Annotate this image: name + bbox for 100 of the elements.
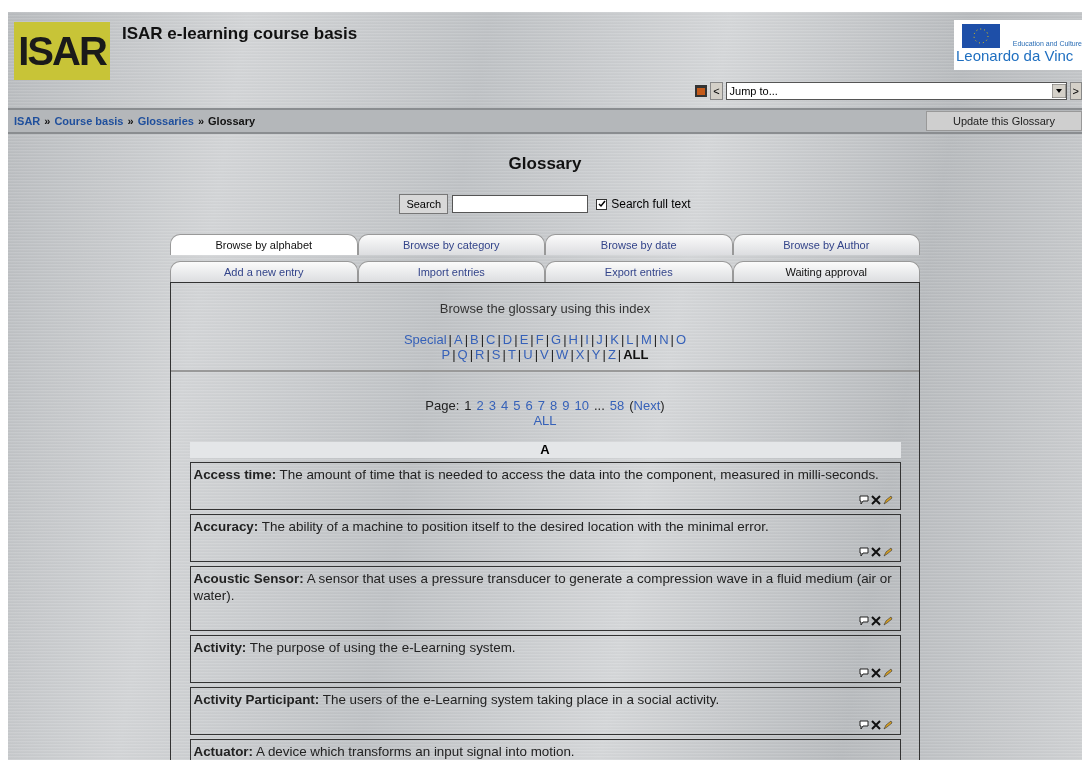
separator: |	[502, 347, 506, 362]
letter-link[interactable]: N	[659, 332, 669, 347]
separator: |	[579, 332, 584, 347]
page-link[interactable]: 7	[537, 398, 545, 413]
letter-link[interactable]: C	[486, 332, 496, 347]
index-caption: Browse the glossary using this index	[439, 301, 651, 316]
search-button[interactable]: Search	[399, 194, 449, 214]
separator: |	[469, 347, 474, 362]
tab[interactable]: Export entries	[545, 261, 733, 282]
letter-link[interactable]: U	[523, 347, 533, 362]
next-button[interactable]: >	[1069, 82, 1082, 100]
search-field[interactable]	[452, 195, 589, 213]
breadcrumb-link[interactable]: ISAR	[14, 115, 41, 127]
delete-icon[interactable]	[870, 668, 881, 678]
page-link[interactable]: 8	[549, 398, 558, 413]
page-link[interactable]: 6	[525, 398, 533, 413]
tab[interactable]: Import entries	[357, 261, 545, 282]
letter-link[interactable]: E	[519, 332, 529, 347]
letter-link[interactable]: J	[596, 332, 603, 347]
page-link[interactable]: 4	[501, 398, 509, 413]
letter-link[interactable]: D	[502, 332, 513, 347]
letter-link[interactable]: M	[640, 332, 652, 347]
all-pages-link[interactable]: ALL	[533, 413, 557, 428]
tab[interactable]: Browse by date	[545, 234, 733, 255]
page-link[interactable]: 5	[513, 398, 521, 413]
comment-icon[interactable]	[858, 616, 869, 626]
bracket: (	[629, 398, 634, 413]
page-gap: ...	[593, 398, 605, 413]
tab[interactable]: Waiting approval	[732, 261, 920, 282]
isar-logo: ISAR	[14, 22, 110, 80]
letter-link[interactable]: O	[675, 332, 687, 347]
letter-link[interactable]: V	[540, 347, 549, 362]
checkbox-label: Search full text	[611, 197, 691, 211]
delete-icon[interactable]	[870, 720, 881, 730]
letter-link[interactable]: ALL	[623, 347, 649, 362]
full-text-checkbox[interactable]	[596, 198, 608, 210]
letter-link[interactable]: T	[507, 347, 516, 362]
breadcrumb-link[interactable]: Glossaries	[137, 115, 194, 127]
separator: |	[464, 332, 468, 347]
section-heading: A	[189, 442, 901, 458]
page-link[interactable]: 2	[476, 398, 484, 413]
entry-text: Activity Participant: The users of the e-Learning system taking place in a social activity.	[193, 691, 721, 708]
breadcrumb-link[interactable]: Course basis	[54, 115, 124, 127]
next-link[interactable]: Next	[633, 398, 661, 413]
separator: |	[590, 332, 595, 347]
letter-link[interactable]: I	[585, 332, 589, 347]
comment-icon[interactable]	[858, 720, 869, 730]
separator: |	[620, 332, 625, 347]
save-icon[interactable]	[695, 85, 708, 97]
page-link[interactable]: 58	[609, 398, 625, 413]
breadcrumb-current: Glossary	[208, 115, 256, 127]
letter-link[interactable]: F	[535, 332, 544, 347]
letter-link[interactable]: X	[575, 347, 585, 362]
separator: |	[497, 332, 501, 347]
entry-text: Acoustic Sensor: A sensor that uses a pressure transducer to generate a compression wave in a fluid medium (air or water).	[193, 570, 893, 604]
comment-icon[interactable]	[858, 495, 869, 505]
separator: |	[617, 347, 622, 362]
letter-link[interactable]: W	[556, 347, 569, 362]
letter-link[interactable]: P	[441, 347, 451, 362]
separator: |	[602, 347, 606, 362]
previous-button[interactable]: <	[710, 82, 723, 100]
letter-link[interactable]: Z	[607, 347, 616, 362]
separator: |	[534, 347, 539, 362]
tab[interactable]: Browse by Author	[732, 234, 920, 255]
entry-text: Access time: The amount of time that is needed to access the data into the component, measured in milli-seconds.	[193, 466, 880, 483]
page-title: Glossary	[508, 154, 582, 174]
tab[interactable]: Browse by alphabet	[170, 234, 358, 255]
letter-link[interactable]: Q	[457, 347, 468, 362]
letter-link[interactable]: L	[626, 332, 634, 347]
page-link[interactable]: 9	[562, 398, 570, 413]
page-link[interactable]: 3	[488, 398, 497, 413]
letter-link[interactable]: G	[551, 332, 562, 347]
site-title: ISAR e-learning course basis	[122, 24, 359, 44]
delete-icon[interactable]	[870, 547, 881, 557]
letter-link[interactable]: A	[453, 332, 463, 347]
separator: |	[670, 332, 674, 347]
letter-link[interactable]: H	[568, 332, 578, 347]
letter-link[interactable]: K	[610, 332, 619, 347]
update-glossary-button[interactable]: Update this Glossary	[926, 111, 1082, 131]
page-label: Page:	[425, 398, 460, 413]
delete-icon[interactable]	[870, 616, 881, 626]
delete-icon[interactable]	[870, 495, 881, 505]
entry-text: Accuracy: The ability of a machine to position itself to the desired location with the minimal error.	[193, 518, 770, 535]
letter-link[interactable]: R	[475, 347, 485, 362]
page-link[interactable]: 10	[574, 398, 589, 413]
breadcrumb-separator: »	[44, 115, 51, 127]
letter-link[interactable]: B	[470, 332, 479, 347]
separator: |	[635, 332, 639, 347]
dropdown-icon[interactable]	[1051, 84, 1066, 98]
separator: |	[448, 332, 452, 347]
comment-icon[interactable]	[858, 547, 869, 557]
flag-icon	[962, 24, 1000, 48]
jump-select[interactable]: Jump to...	[725, 82, 1067, 100]
comment-icon[interactable]	[858, 668, 869, 678]
letter-link[interactable]: S	[491, 347, 501, 362]
letter-link[interactable]: Y	[591, 347, 601, 362]
separator: |	[570, 347, 574, 362]
tab[interactable]: Add a new entry	[170, 261, 358, 282]
tab[interactable]: Browse by category	[357, 234, 545, 255]
letter-link[interactable]: Special	[403, 332, 447, 347]
